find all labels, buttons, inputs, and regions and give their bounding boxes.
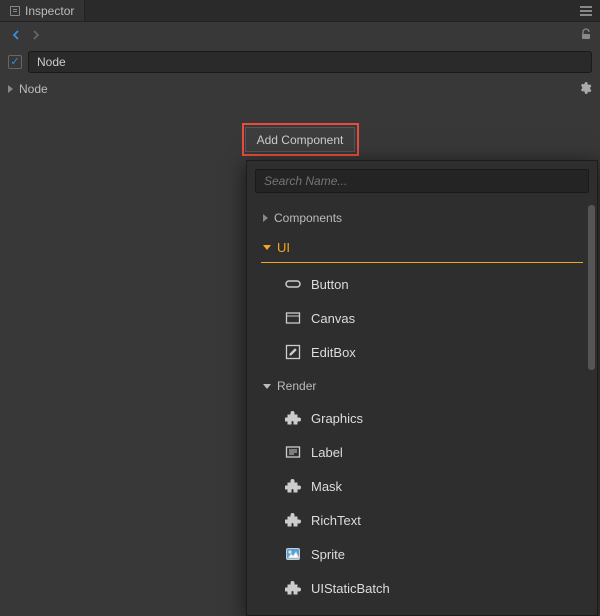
category-render[interactable]: Render	[261, 371, 583, 401]
category-components[interactable]: Components	[261, 203, 583, 233]
nav-bar	[0, 22, 600, 48]
node-enabled-checkbox[interactable]	[8, 55, 22, 69]
component-item-button[interactable]: Button	[261, 267, 583, 301]
node-name-input[interactable]	[28, 51, 592, 73]
puzzle-icon	[285, 478, 301, 494]
inspector-tab[interactable]: Inspector	[0, 0, 85, 21]
label-icon	[285, 444, 301, 460]
node-section-header[interactable]: Node	[0, 76, 600, 102]
category-ui[interactable]: UI	[261, 233, 583, 263]
component-item-uistaticbatch[interactable]: UIStaticBatch	[261, 571, 583, 605]
puzzle-icon	[285, 512, 301, 528]
component-item-richtext[interactable]: RichText	[261, 503, 583, 537]
puzzle-icon	[285, 580, 301, 596]
chevron-right-icon	[263, 214, 268, 222]
panel-header: Inspector	[0, 0, 600, 22]
gear-icon[interactable]	[578, 81, 592, 98]
add-component-dropdown: Components UI Button Canvas EditBox Rend…	[246, 160, 598, 616]
panel-title: Inspector	[25, 4, 74, 18]
component-item-mask[interactable]: Mask	[261, 469, 583, 503]
section-label: Node	[19, 82, 48, 96]
sprite-icon	[285, 546, 301, 562]
chevron-down-icon	[263, 245, 271, 250]
chevron-right-icon	[8, 85, 13, 93]
chevron-down-icon	[263, 384, 271, 389]
lock-icon[interactable]	[580, 28, 592, 43]
node-enable-row	[0, 48, 600, 76]
editbox-icon	[285, 344, 301, 360]
panel-menu-icon[interactable]	[580, 6, 592, 16]
back-button[interactable]	[8, 27, 24, 43]
component-item-graphics[interactable]: Graphics	[261, 401, 583, 435]
button-icon	[285, 276, 301, 292]
search-input[interactable]	[255, 169, 589, 193]
panel-icon	[10, 6, 20, 16]
add-component-button[interactable]: Add Component	[245, 127, 355, 152]
canvas-icon	[285, 310, 301, 326]
component-item-label[interactable]: Label	[261, 435, 583, 469]
puzzle-icon	[285, 410, 301, 426]
forward-button[interactable]	[28, 27, 44, 43]
component-item-canvas[interactable]: Canvas	[261, 301, 583, 335]
component-item-sprite[interactable]: Sprite	[261, 537, 583, 571]
component-item-editbox[interactable]: EditBox	[261, 335, 583, 369]
scrollbar-thumb[interactable]	[588, 205, 595, 370]
